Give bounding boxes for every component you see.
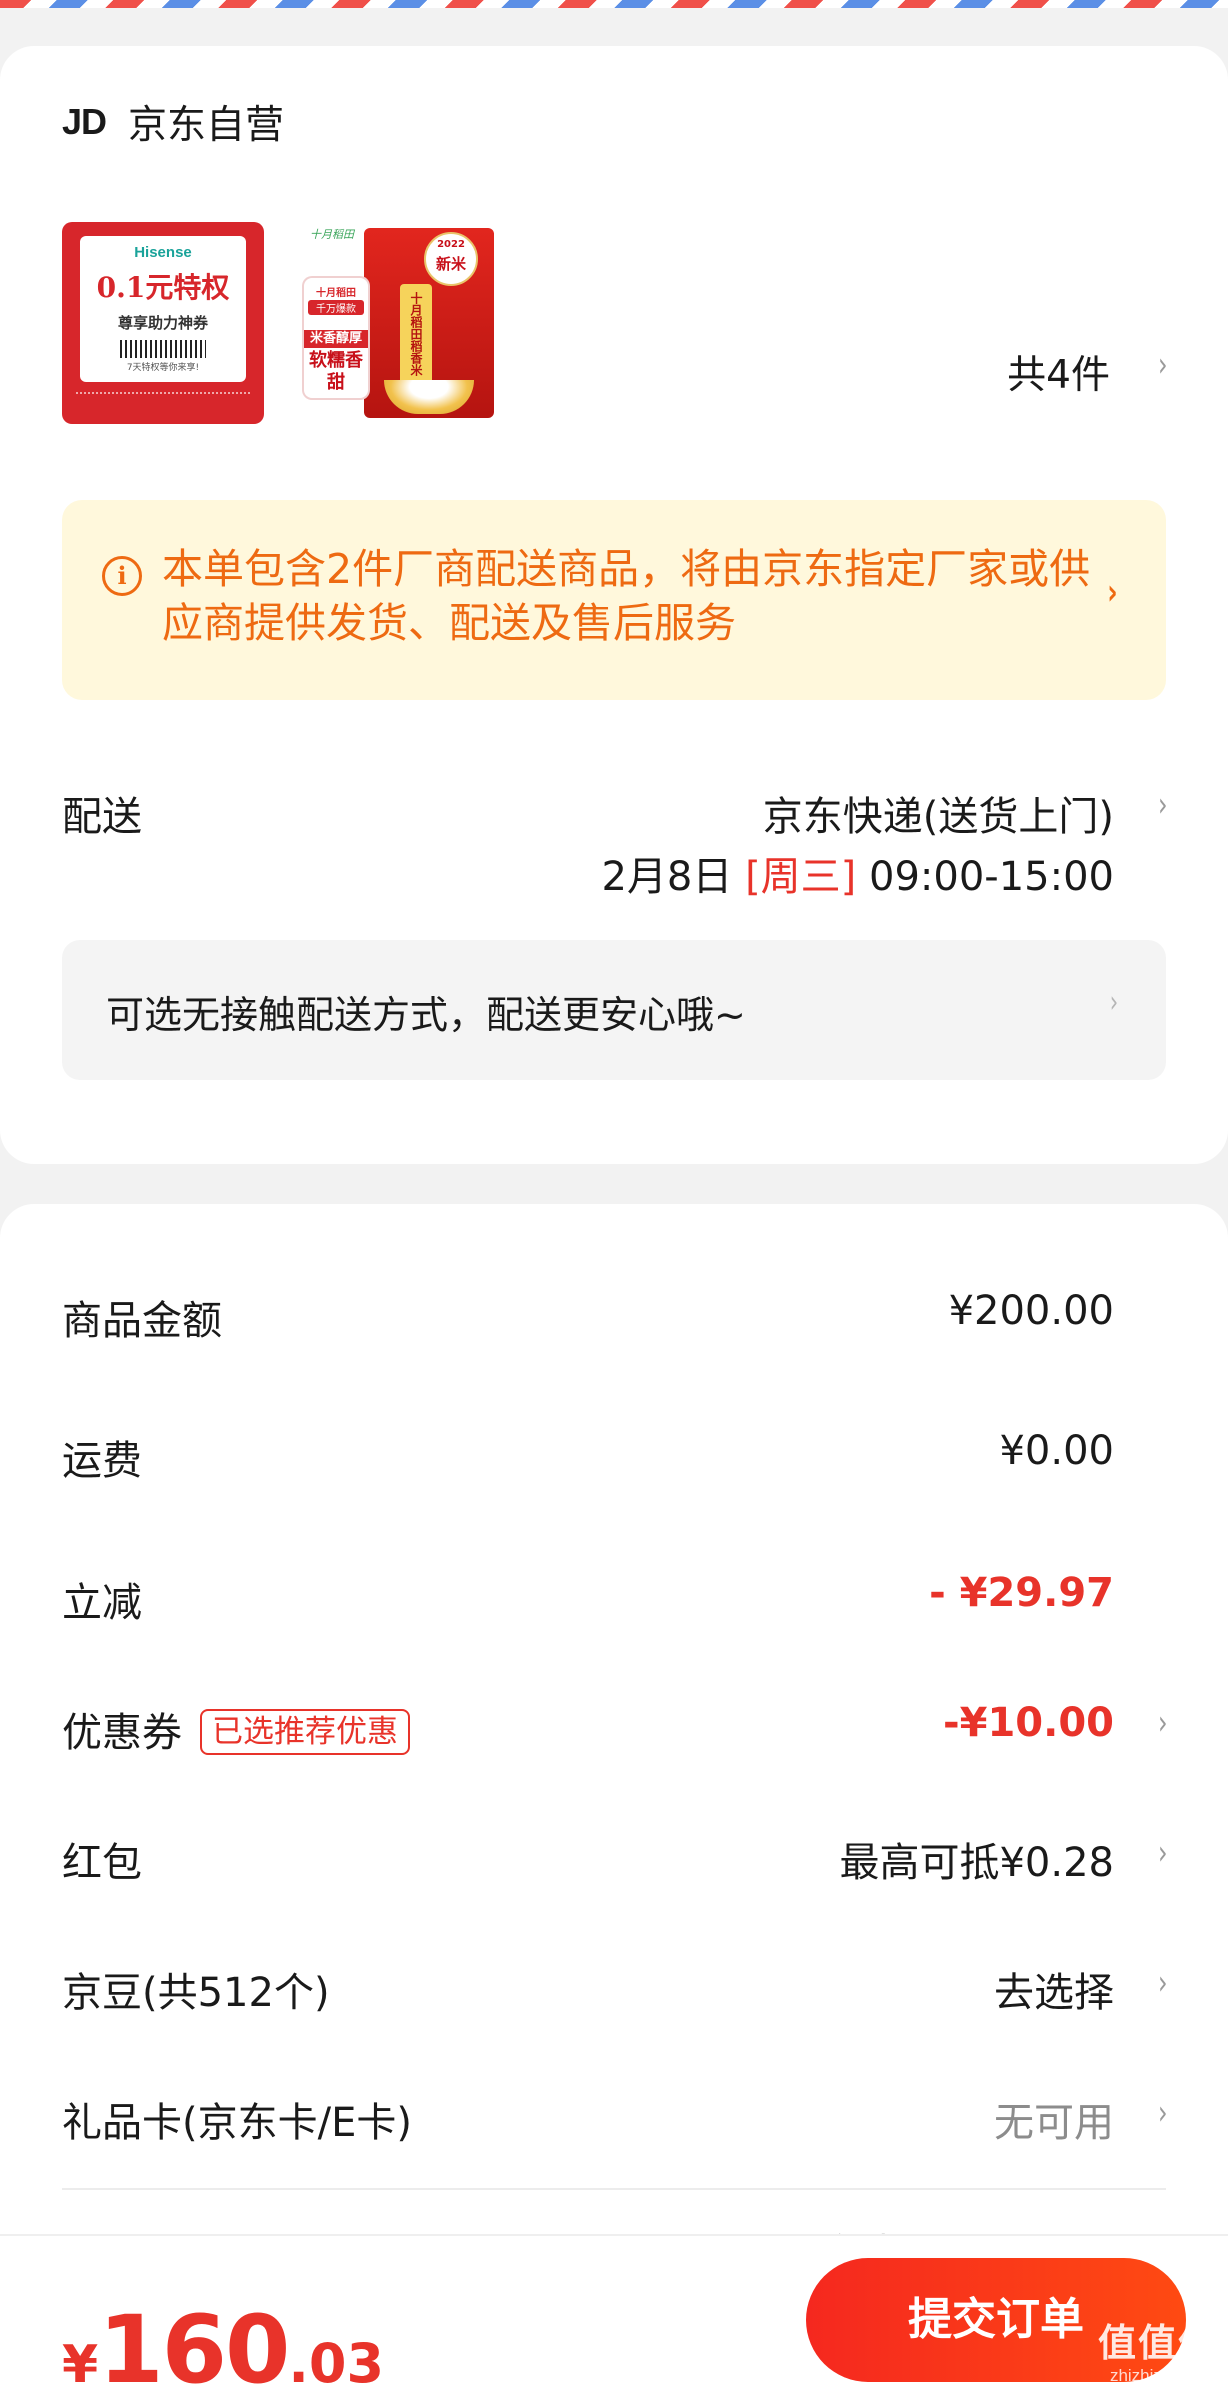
product-thumbnail-coupon[interactable]: Hisense 0.1元特权 尊享助力神券 7天特权等你来享! [62, 222, 264, 424]
no-contact-text: 可选无接触配送方式，配送更安心哦~ [106, 993, 746, 1037]
gift-card-label: 礼品卡(京东卡/E卡) [62, 2100, 412, 2146]
chevron-right-icon[interactable]: › [1158, 2096, 1168, 2130]
rice-bag-image: 2022 新米 十月稻田稻香米 [364, 228, 494, 418]
coupon-row[interactable]: 优惠券 已选推荐优惠 [62, 1700, 410, 1758]
info-icon: i [102, 556, 142, 596]
delivery-slot: 09:00-15:00 [869, 854, 1114, 900]
jd-beans-label: 京豆(共512个) [62, 1970, 330, 2016]
vendor-shipping-notice[interactable]: i 本单包含2件厂商配送商品，将由京东指定厂家或供应商提供发货、配送及售后服务 … [62, 500, 1166, 700]
delivery-date: 2月8日 [601, 854, 733, 900]
notice-text: 本单包含2件厂商配送商品，将由京东指定厂家或供应商提供发货、配送及售后服务 [162, 545, 1091, 647]
discount-label: 立减 [62, 1580, 142, 1626]
chevron-right-icon[interactable]: › [1158, 1966, 1168, 2000]
brand-leaf-logo: 十月稻田 [310, 228, 354, 241]
goods-amount-label: 商品金额 [62, 1298, 222, 1344]
rice-bowl-icon [384, 380, 474, 414]
delivery-weekday: [周三] [745, 854, 857, 900]
order-total: ¥160.03 [62, 2296, 384, 2405]
barcode-icon [120, 340, 206, 358]
chevron-right-icon[interactable]: › [1110, 988, 1118, 1018]
watermark-logo: 值值值 [1097, 2323, 1218, 2365]
coupon-headline: 0.1元特权 [96, 271, 230, 304]
jd-beans-value[interactable]: 去选择 [994, 1960, 1114, 2018]
coupon-value[interactable]: -¥10.00 [943, 1700, 1114, 1746]
product-thumbnail-rice[interactable]: 2022 新米 十月稻田稻香米 十月稻田 十月稻田 千万爆款 米香醇厚 软糯香甜 [298, 222, 500, 424]
coupon-card: Hisense 0.1元特权 尊享助力神券 7天特权等你来享! [80, 236, 246, 382]
goods-amount-value: ¥200.00 [948, 1288, 1114, 1334]
airmail-stripe [0, 0, 1228, 8]
gift-card-value[interactable]: 无可用 [994, 2090, 1114, 2148]
item-count[interactable]: 共4件 [1007, 344, 1110, 400]
no-contact-delivery-option[interactable]: 可选无接触配送方式，配送更安心哦~ › [62, 940, 1166, 1080]
chevron-right-icon[interactable]: › [1158, 788, 1168, 822]
new-rice-badge: 2022 新米 [424, 232, 478, 286]
total-integer: 160 [98, 2296, 290, 2405]
total-decimal: .03 [288, 2332, 385, 2395]
shipping-value: ¥0.00 [999, 1428, 1114, 1474]
red-packet-value[interactable]: 最高可抵¥0.28 [839, 1830, 1114, 1888]
coupon-footer-decoration [76, 392, 250, 396]
chevron-right-icon[interactable]: › [1158, 348, 1168, 382]
brand-logo: Hisense [134, 244, 192, 261]
order-card: JD 京东自营 Hisense 0.1元特权 尊享助力神券 7天特权等你来享! … [0, 46, 1228, 1164]
coupon-note: 7天特权等你来享! [126, 363, 200, 373]
chevron-right-icon[interactable]: › [1158, 1836, 1168, 1870]
delivery-time[interactable]: 2月8日 [周三] 09:00-15:00 [601, 844, 1114, 902]
watermark-url: zhizhizhi.com [1109, 2366, 1212, 2385]
divider [62, 2188, 1166, 2190]
chevron-right-icon[interactable]: › [1158, 1706, 1168, 1740]
shop-header: JD 京东自营 [62, 94, 284, 150]
coupon-recommended-badge: 已选推荐优惠 [200, 1709, 410, 1755]
rice-side-tag: 十月稻田 千万爆款 米香醇厚 软糯香甜 [304, 278, 368, 398]
red-packet-label: 红包 [62, 1840, 142, 1886]
price-summary-card: 商品金额 ¥200.00 运费 ¥0.00 立减 - ¥29.97 优惠券 已选推… [0, 1204, 1228, 2406]
coupon-subtitle: 尊享助力神券 [117, 314, 208, 332]
discount-value: - ¥29.97 [929, 1570, 1114, 1616]
coupon-label: 优惠券 [62, 1710, 182, 1756]
delivery-label: 配送 [62, 794, 142, 840]
checkout-bar: ¥160.03 提交订单 [0, 2234, 1228, 2406]
chevron-right-icon[interactable]: › [1107, 572, 1117, 613]
delivery-method[interactable]: 京东快递(送货上门) [763, 784, 1114, 842]
shop-name: 京东自营 [128, 103, 285, 148]
jd-logo: JD [62, 101, 107, 142]
rice-bag-label: 十月稻田稻香米 [400, 284, 432, 384]
currency-symbol: ¥ [62, 2335, 99, 2395]
shipping-label: 运费 [62, 1438, 142, 1484]
